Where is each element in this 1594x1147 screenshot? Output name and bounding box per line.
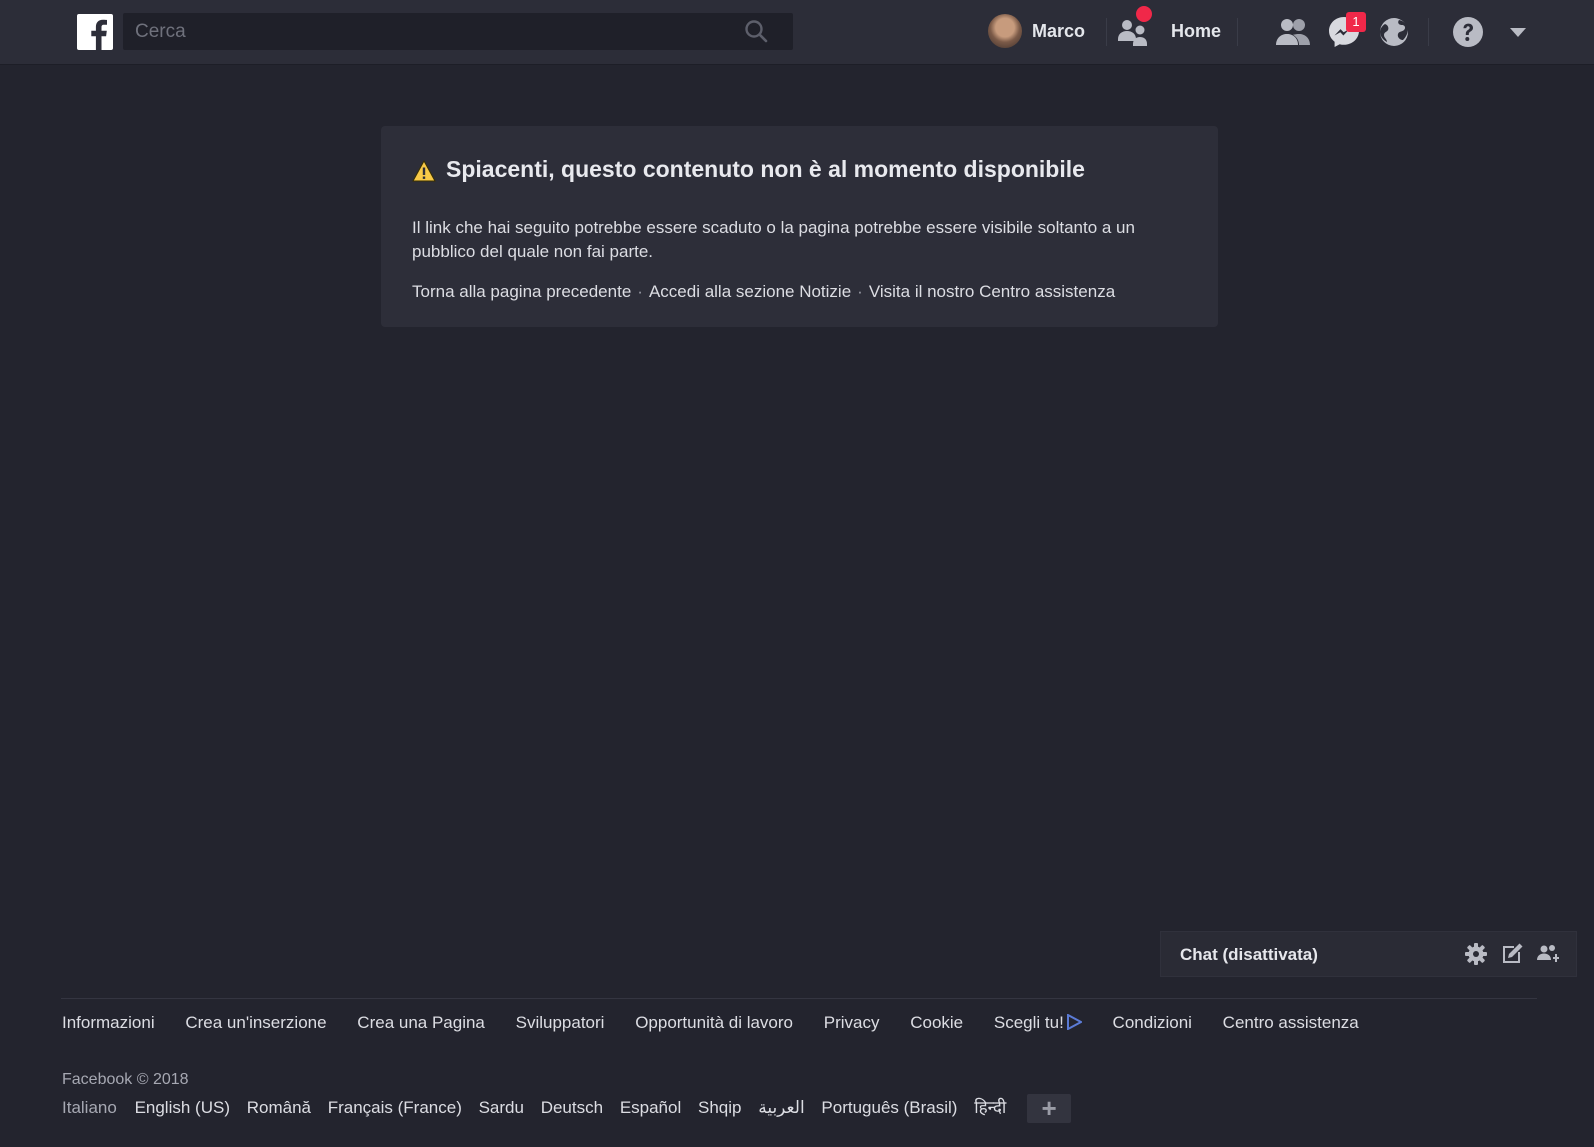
language-link[interactable]: हिन्दी	[974, 1098, 1006, 1117]
help-icon[interactable]	[1450, 14, 1486, 50]
messages-badge: 1	[1346, 12, 1366, 32]
current-language: Italiano	[62, 1097, 117, 1117]
footer-link-cookies[interactable]: Cookie	[910, 1013, 963, 1032]
home-link[interactable]: Home	[1171, 21, 1221, 42]
language-link[interactable]: العربية	[758, 1098, 804, 1117]
language-link[interactable]: Português (Brasil)	[821, 1098, 957, 1117]
footer-link-adchoices[interactable]: Scegli tu!	[994, 1013, 1064, 1032]
add-language-icon[interactable]: +	[1027, 1094, 1072, 1123]
search-box	[123, 13, 793, 50]
create-group-icon[interactable]	[1536, 942, 1560, 966]
language-link[interactable]: Español	[620, 1098, 681, 1117]
profile-link[interactable]: Marco	[1032, 21, 1085, 42]
chat-sidebar-bar[interactable]: Chat (disattivata)	[1160, 931, 1577, 977]
adchoices-icon[interactable]	[1066, 1013, 1083, 1035]
error-links: Torna alla pagina precedente · Accedi alla…	[412, 282, 1115, 302]
user-avatar[interactable]	[988, 14, 1022, 48]
separator-dot: ·	[637, 282, 643, 301]
copyright: Facebook © 2018	[62, 1071, 189, 1088]
account-menu-chevron-icon[interactable]	[1500, 14, 1536, 50]
nav-divider	[1428, 18, 1429, 46]
language-link[interactable]: Shqip	[698, 1098, 741, 1117]
footer-link-careers[interactable]: Opportunità di lavoro	[635, 1013, 793, 1032]
error-description: Il link che hai seguito potrebbe essere …	[412, 218, 1135, 261]
go-back-link[interactable]: Torna alla pagina precedente	[412, 282, 631, 301]
footer-links: Informazioni Crea un'inserzione Crea una…	[62, 1013, 1385, 1035]
separator-dot: ·	[857, 282, 863, 301]
new-message-icon[interactable]	[1500, 942, 1524, 966]
nav-divider	[1237, 18, 1238, 46]
search-icon[interactable]	[743, 18, 769, 44]
help-center-link[interactable]: Visita il nostro Centro assistenza	[869, 282, 1115, 301]
search-input[interactable]	[133, 17, 697, 47]
friend-requests-badge	[1136, 6, 1152, 22]
footer-link-help[interactable]: Centro assistenza	[1223, 1013, 1359, 1032]
footer-link-about[interactable]: Informazioni	[62, 1013, 155, 1032]
news-feed-link[interactable]: Accedi alla sezione Notizie	[649, 282, 851, 301]
notifications-globe-icon[interactable]	[1376, 14, 1412, 50]
language-link[interactable]: Deutsch	[541, 1098, 603, 1117]
footer-link-terms[interactable]: Condizioni	[1113, 1013, 1192, 1032]
language-link[interactable]: Français (France)	[328, 1098, 462, 1117]
footer-link-adchoices-label: Scegli tu!	[993, 1013, 1064, 1032]
footer-link-create-ad[interactable]: Crea un'inserzione	[185, 1013, 326, 1032]
nav-divider	[1106, 18, 1107, 46]
error-title: Spiacenti, questo contenuto non è al mom…	[446, 156, 1085, 182]
footer-link-developers[interactable]: Sviluppatori	[516, 1013, 605, 1032]
facebook-logo-icon[interactable]	[77, 14, 113, 50]
language-link[interactable]: Română	[247, 1098, 311, 1117]
language-link[interactable]: Sardu	[479, 1098, 524, 1117]
footer-link-privacy[interactable]: Privacy	[824, 1013, 880, 1032]
footer-divider	[61, 998, 1537, 999]
settings-gear-icon[interactable]	[1464, 942, 1488, 966]
language-link[interactable]: English (US)	[135, 1098, 230, 1117]
top-navigation-bar: Marco Home 1	[0, 0, 1594, 64]
footer-link-create-page[interactable]: Crea una Pagina	[357, 1013, 485, 1032]
language-selector: Italiano English (US) Română Français (F…	[62, 1094, 1072, 1123]
content-unavailable-card: Spiacenti, questo contenuto non è al mom…	[381, 126, 1218, 327]
chat-status-label[interactable]: Chat (disattivata)	[1180, 945, 1318, 965]
find-friends-icon[interactable]	[1275, 14, 1311, 50]
